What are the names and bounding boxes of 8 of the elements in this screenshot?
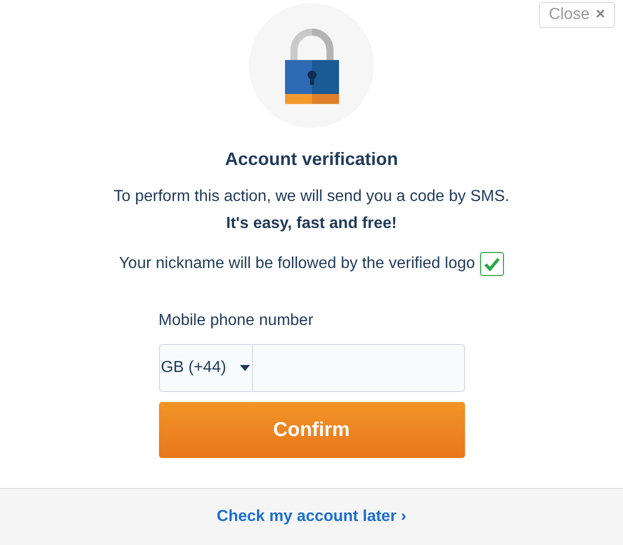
verified-note: Your nickname will be followed by the verified logo: [118, 254, 476, 274]
check-later-link[interactable]: Check my account later ›: [216, 505, 406, 529]
phone-label: Mobile phone number: [158, 311, 314, 331]
close-button[interactable]: Close ×: [538, 2, 615, 28]
description-text: To perform this action, we will send you a code by SMS.: [114, 187, 510, 207]
confirm-button[interactable]: Confirm: [158, 402, 464, 458]
tagline-text: It's easy, fast and free!: [226, 214, 397, 234]
dialog-title: Account verification: [224, 148, 398, 171]
